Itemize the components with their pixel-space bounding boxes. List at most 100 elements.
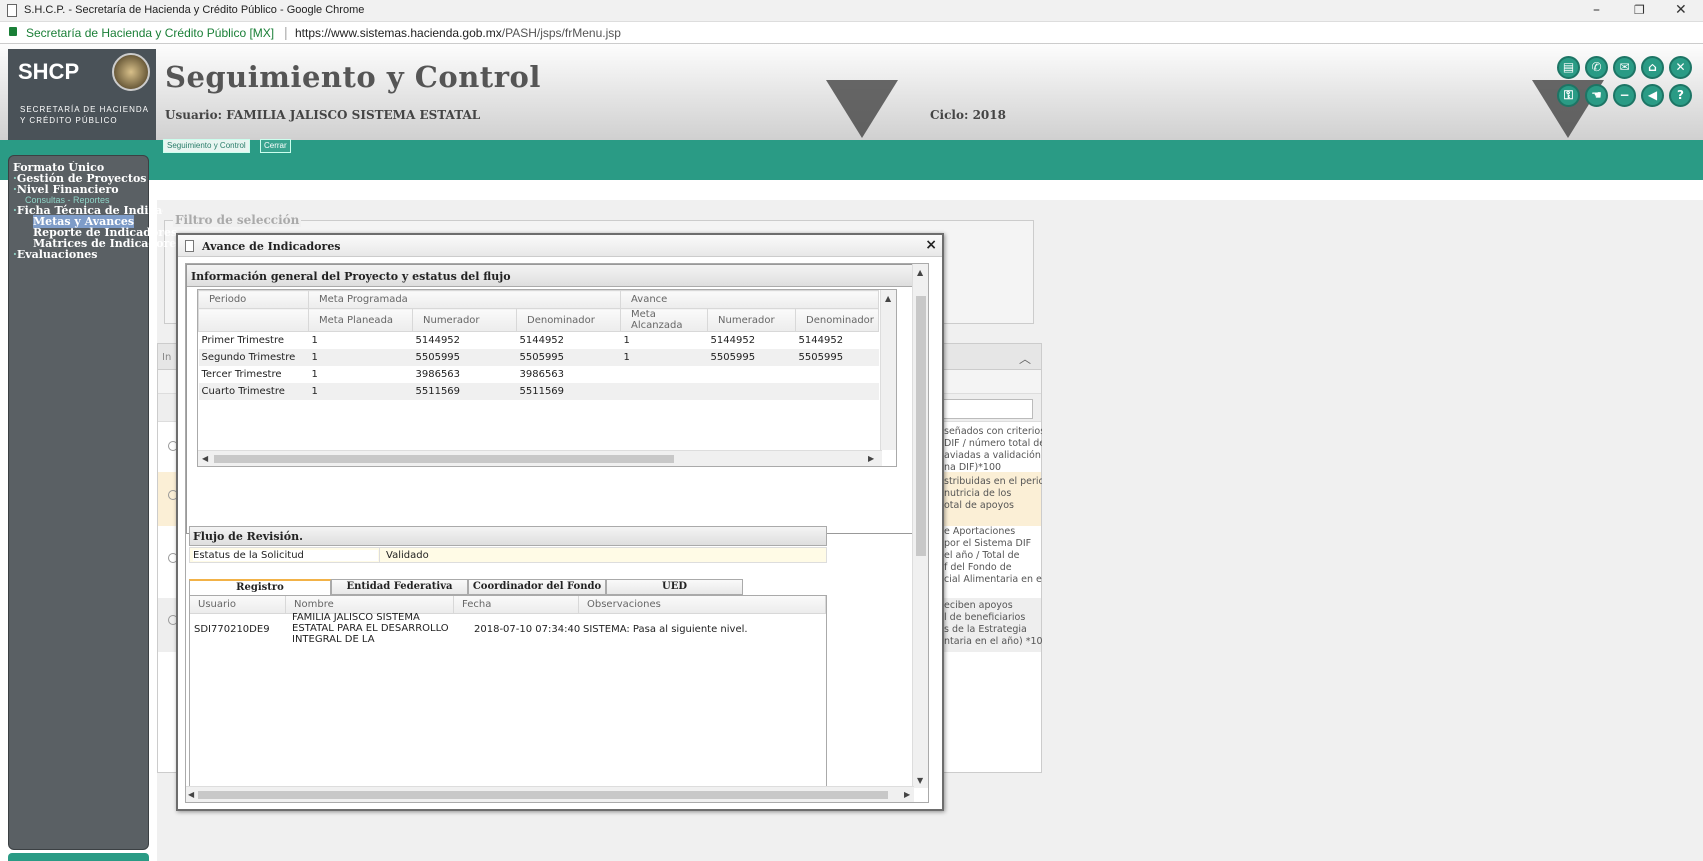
scroll-right-icon[interactable]: ▶ — [868, 454, 874, 463]
cell: 5144952 — [519, 334, 565, 346]
tab-coordinador-fondo[interactable]: Coordinador del Fondo — [468, 579, 606, 595]
cell: 5511569 — [412, 382, 517, 400]
goals-table: Periodo Meta Programada Avance Meta Plan… — [198, 290, 880, 400]
modal-title: Avance de Indicadores — [202, 240, 341, 253]
scroll-left-icon[interactable]: ◀ — [202, 454, 208, 463]
col-header-periodo[interactable]: Periodo — [198, 290, 309, 309]
table-row[interactable]: Primer Trimestre 1 5144952 5144952 1 5144952 5… — [199, 332, 879, 349]
grid-vertical-scrollbar[interactable]: ▲ — [880, 290, 896, 450]
col-header-numerador-avance[interactable]: Numerador — [707, 308, 797, 332]
lock-icon — [9, 27, 17, 36]
cell — [620, 382, 708, 400]
filter-legend: Filtro de selección — [173, 213, 302, 227]
chevron-up-icon[interactable]: ︿ — [1019, 350, 1031, 367]
request-status-row: Estatus de la Solicitud Validado — [189, 547, 827, 563]
minus-icon[interactable]: − — [1613, 84, 1636, 107]
phone-icon[interactable]: ✆ — [1585, 56, 1608, 79]
header-decoration — [826, 80, 898, 138]
col-header-usuario[interactable]: Usuario — [190, 596, 286, 614]
modal-horizontal-scrollbar[interactable]: ◀ ▶ — [186, 786, 914, 802]
url-text[interactable]: https://www.sistemas.hacienda.gob.mx/PAS… — [295, 26, 621, 40]
col-header-denominador-avance[interactable]: Denominador — [795, 308, 880, 332]
address-bar[interactable]: Secretaría de Hacienda y Crédito Público… — [0, 22, 1703, 44]
tab-ued[interactable]: UED — [606, 579, 743, 595]
scroll-down-icon[interactable]: ▼ — [917, 776, 923, 785]
col-header-meta-programada[interactable]: Meta Programada — [307, 290, 622, 309]
cell — [621, 366, 708, 383]
scroll-thumb[interactable] — [916, 296, 926, 556]
mail-icon[interactable]: ✉ — [1613, 56, 1636, 79]
cell: 1 — [308, 382, 413, 400]
address-separator: | — [284, 24, 288, 40]
cell: 5505995 — [795, 348, 879, 366]
text-line: señados con criterios — [944, 426, 1042, 437]
logo-text: SHCP — [18, 59, 80, 84]
cell: 5144952 — [415, 334, 461, 346]
scroll-up-icon[interactable]: ▲ — [917, 268, 923, 277]
cell: 1 — [311, 368, 318, 380]
lock-icon[interactable]: ⚿ — [1557, 84, 1580, 107]
print-icon[interactable]: ▤ — [1557, 56, 1580, 79]
column-header-row: Meta Planeada Numerador Denominador Meta… — [198, 308, 880, 332]
page-title: Seguimiento y Control — [165, 60, 541, 94]
document-icon — [7, 4, 17, 17]
col-header-blank — [198, 308, 309, 332]
text-line: otal de apoyos — [944, 500, 1014, 511]
cell-usuario: SDI770210DE9 — [194, 624, 270, 635]
window-title: S.H.C.P. - Secretaría de Hacienda y Créd… — [24, 4, 365, 16]
modal-content: Información general del Proyecto y estat… — [185, 263, 929, 803]
hand-icon[interactable]: ☚ — [1585, 84, 1608, 107]
table-row[interactable]: Tercer Trimestre 1 3986563 3986563 — [199, 366, 879, 383]
back-icon[interactable]: ◀ — [1641, 84, 1664, 107]
panel-header-text: In — [162, 352, 172, 363]
minimize-button[interactable]: – — [1593, 2, 1600, 18]
home-icon[interactable]: ⌂ — [1641, 56, 1664, 79]
panel-search-input[interactable] — [938, 399, 1033, 419]
indicator-text: stribuidas en el periodo nutricia de los… — [942, 474, 1042, 514]
tab-seguimiento[interactable]: Seguimiento y Control — [163, 139, 250, 153]
table-row[interactable]: Cuarto Trimestre 1 5511569 5511569 — [198, 382, 879, 400]
section-header: Información general del Proyecto y estat… — [187, 265, 913, 287]
close-window-button[interactable]: ✕ — [1675, 2, 1687, 18]
scroll-thumb[interactable] — [214, 455, 674, 463]
modal-close-button[interactable]: × — [925, 237, 937, 253]
scroll-up-icon[interactable]: ▲ — [885, 294, 891, 303]
shcp-logo: SHCP SECRETARÍA DE HACIENDA Y CRÉDITO PÚ… — [8, 49, 156, 141]
cell — [708, 366, 796, 383]
text-line: f del Fondo de — [944, 562, 1012, 573]
sidebar-item-evaluaciones[interactable]: ·Evaluaciones — [13, 248, 163, 261]
indicators-modal: Avance de Indicadores × Información gene… — [176, 233, 944, 811]
close-icon[interactable]: ✕ — [1669, 56, 1692, 79]
cell: 5144952 — [710, 334, 756, 346]
col-header-numerador[interactable]: Numerador — [412, 308, 517, 332]
review-flow-header: Flujo de Revisión. — [189, 526, 827, 546]
text-line: eciben apoyos — [944, 600, 1013, 611]
group-header-row: Periodo Meta Programada Avance — [198, 290, 880, 309]
table-row[interactable]: Segundo Trimestre 1 5505995 5505995 1 5505995… — [198, 348, 879, 366]
col-header-denominador[interactable]: Denominador — [515, 308, 622, 332]
indicator-text: señados con criterios DIF / número total… — [942, 424, 1042, 476]
restore-button[interactable]: ❐ — [1634, 3, 1645, 17]
tab-entidad-federativa[interactable]: Entidad Federativa — [331, 579, 468, 595]
sidebar: Formato Único ·Gestión de Proyectos ·Niv… — [8, 155, 182, 850]
cell: 5505995 — [412, 348, 517, 366]
col-header-meta-planeada[interactable]: Meta Planeada — [308, 308, 413, 332]
col-header-fecha[interactable]: Fecha — [454, 596, 579, 614]
grid-horizontal-scrollbar[interactable]: ◀ ▶ — [198, 450, 882, 466]
col-header-meta-alcanzada[interactable]: Meta Alcanzada — [620, 308, 709, 332]
modal-vertical-scrollbar[interactable]: ▲ ▼ — [912, 264, 928, 788]
tab-registro[interactable]: Registro — [189, 579, 331, 595]
scroll-right-icon[interactable]: ▶ — [904, 790, 910, 799]
col-header-avance[interactable]: Avance — [620, 290, 880, 309]
browser-titlebar: S.H.C.P. - Secretaría de Hacienda y Créd… — [0, 0, 1703, 22]
tab-cerrar[interactable]: Cerrar — [260, 139, 291, 153]
site-identity[interactable]: Secretaría de Hacienda y Crédito Público… — [26, 26, 274, 40]
col-header-observaciones[interactable]: Observaciones — [579, 596, 826, 614]
scroll-thumb[interactable] — [198, 791, 888, 799]
logo-subtitle: SECRETARÍA DE HACIENDA Y CRÉDITO PÚBLICO — [20, 105, 149, 125]
cell: Cuarto Trimestre — [198, 382, 309, 400]
text-line: stribuidas en el periodo — [944, 476, 1042, 487]
user-label: Usuario: FAMILIA JALISCO SISTEMA ESTATAL — [165, 108, 481, 122]
scroll-left-icon[interactable]: ◀ — [188, 790, 194, 799]
help-icon[interactable]: ? — [1669, 84, 1692, 107]
